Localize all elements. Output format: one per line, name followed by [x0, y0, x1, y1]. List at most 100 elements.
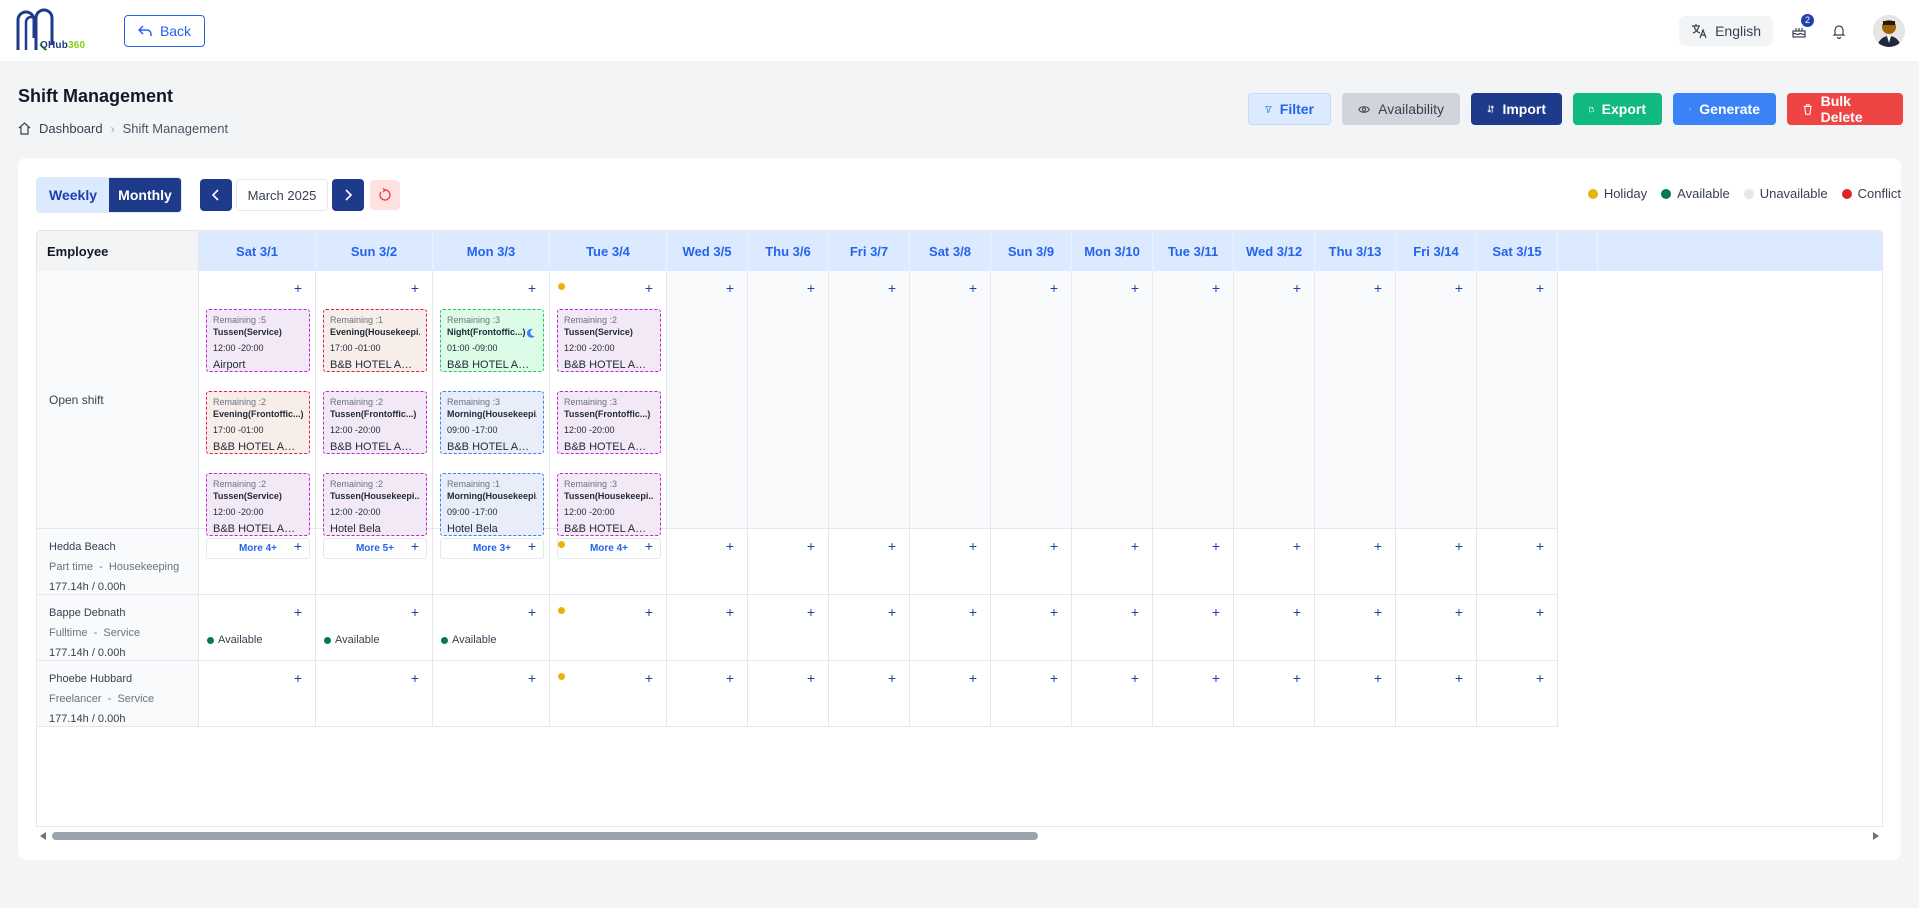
add-shift-plus-icon[interactable]: +	[966, 605, 980, 619]
add-shift-plus-icon[interactable]: +	[1371, 539, 1385, 553]
employee-day-cell[interactable]: + Available	[199, 595, 316, 661]
add-shift-plus-icon[interactable]: +	[291, 539, 305, 553]
employee-day-cell[interactable]: +	[199, 529, 316, 595]
employee-day-cell[interactable]: +	[1234, 661, 1315, 727]
bulk-delete-button[interactable]: Bulk Delete	[1787, 93, 1903, 125]
add-shift-plus-icon[interactable]: +	[408, 281, 422, 295]
open-shift-cell[interactable]: +	[1234, 271, 1315, 529]
shift-card[interactable]: Remaining :3 Tussen(Housekeepi...) 12:00 -…	[557, 473, 661, 536]
employee-day-cell[interactable]: + Available	[316, 595, 433, 661]
employee-day-cell[interactable]: +	[748, 595, 829, 661]
add-shift-plus-icon[interactable]: +	[966, 671, 980, 685]
add-shift-plus-icon[interactable]: +	[525, 605, 539, 619]
add-shift-plus-icon[interactable]: +	[1452, 605, 1466, 619]
employee-day-cell[interactable]: +	[1477, 595, 1558, 661]
add-shift-plus-icon[interactable]: +	[804, 605, 818, 619]
employee-day-cell[interactable]: +	[1477, 529, 1558, 595]
add-shift-plus-icon[interactable]: +	[966, 539, 980, 553]
shift-card[interactable]: Remaining :5 Tussen(Service) 12:00 -20:00 A…	[206, 309, 310, 372]
employee-day-cell[interactable]: +	[550, 529, 667, 595]
add-shift-plus-icon[interactable]: +	[1209, 671, 1223, 685]
employee-day-cell[interactable]: +	[829, 595, 910, 661]
add-shift-plus-icon[interactable]: +	[885, 605, 899, 619]
add-shift-plus-icon[interactable]: +	[291, 605, 305, 619]
shift-card[interactable]: Remaining :1 Evening(Housekeepi...) 17:00 …	[323, 309, 427, 372]
open-shift-cell[interactable]: + Remaining :5 Tussen(Service) 12:00 -20:00…	[199, 271, 316, 559]
employee-day-cell[interactable]: +	[991, 529, 1072, 595]
add-shift-plus-icon[interactable]: +	[723, 671, 737, 685]
add-shift-plus-icon[interactable]: +	[723, 539, 737, 553]
add-shift-plus-icon[interactable]: +	[723, 605, 737, 619]
add-shift-plus-icon[interactable]: +	[1452, 671, 1466, 685]
open-shift-cell[interactable]: +	[1153, 271, 1234, 529]
add-shift-plus-icon[interactable]: +	[1452, 539, 1466, 553]
open-shift-cell[interactable]: +	[910, 271, 991, 529]
add-shift-plus-icon[interactable]: +	[723, 281, 737, 295]
add-shift-plus-icon[interactable]: +	[1047, 671, 1061, 685]
shift-card[interactable]: Remaining :2 Tussen(Service) 12:00 -20:00 B…	[206, 473, 310, 536]
employee-day-cell[interactable]: +	[910, 661, 991, 727]
shift-card[interactable]: Remaining :2 Tussen(Service) 12:00 -20:00 B…	[557, 309, 661, 372]
add-shift-plus-icon[interactable]: +	[804, 671, 818, 685]
open-shift-cell[interactable]: + Remaining :1 Evening(Housekeepi...) 17:00…	[316, 271, 433, 559]
add-shift-plus-icon[interactable]: +	[885, 539, 899, 553]
user-avatar[interactable]	[1873, 14, 1905, 47]
add-shift-plus-icon[interactable]: +	[642, 281, 656, 295]
employee-day-cell[interactable]: +	[910, 529, 991, 595]
add-shift-plus-icon[interactable]: +	[1533, 605, 1547, 619]
employee-day-cell[interactable]: +	[550, 661, 667, 727]
generate-button[interactable]: Generate	[1673, 93, 1776, 125]
add-shift-plus-icon[interactable]: +	[525, 539, 539, 553]
month-display[interactable]: March 2025	[236, 179, 328, 211]
add-shift-plus-icon[interactable]: +	[642, 539, 656, 553]
employee-day-cell[interactable]: +	[433, 529, 550, 595]
employee-day-cell[interactable]: +	[1315, 529, 1396, 595]
add-shift-plus-icon[interactable]: +	[804, 539, 818, 553]
add-shift-plus-icon[interactable]: +	[1371, 605, 1385, 619]
shift-card[interactable]: Remaining :3 Morning(Housekeepi...) 09:00 …	[440, 391, 544, 454]
employee-name[interactable]: Bappe Debnath	[49, 607, 198, 619]
employee-day-cell[interactable]: +	[1315, 595, 1396, 661]
add-shift-plus-icon[interactable]: +	[885, 281, 899, 295]
add-shift-plus-icon[interactable]: +	[966, 281, 980, 295]
open-shift-cell[interactable]: +	[829, 271, 910, 529]
employee-day-cell[interactable]: +	[1477, 661, 1558, 727]
import-button[interactable]: Import	[1471, 93, 1562, 125]
open-shift-cell[interactable]: +	[1477, 271, 1558, 529]
employee-day-cell[interactable]: +	[1072, 529, 1153, 595]
horizontal-scrollbar[interactable]	[36, 830, 1883, 842]
employee-day-cell[interactable]: +	[1072, 661, 1153, 727]
add-shift-plus-icon[interactable]: +	[1290, 671, 1304, 685]
add-shift-plus-icon[interactable]: +	[1290, 605, 1304, 619]
employee-day-cell[interactable]: +	[829, 529, 910, 595]
employee-day-cell[interactable]: +	[748, 661, 829, 727]
add-shift-plus-icon[interactable]: +	[1533, 671, 1547, 685]
employee-day-cell[interactable]: +	[199, 661, 316, 727]
shift-card[interactable]: Remaining :3 Tussen(Frontoffic...) 12:00 -…	[557, 391, 661, 454]
add-shift-plus-icon[interactable]: +	[408, 539, 422, 553]
employee-day-cell[interactable]: +	[1153, 661, 1234, 727]
scrollbar-thumb[interactable]	[52, 832, 1038, 840]
add-shift-plus-icon[interactable]: +	[525, 671, 539, 685]
open-shift-cell[interactable]: +	[991, 271, 1072, 529]
employee-day-cell[interactable]: +	[667, 595, 748, 661]
employee-day-cell[interactable]: +	[667, 661, 748, 727]
add-shift-plus-icon[interactable]: +	[1047, 605, 1061, 619]
add-shift-plus-icon[interactable]: +	[1533, 539, 1547, 553]
employee-day-cell[interactable]: +	[1072, 595, 1153, 661]
scroll-right-icon[interactable]	[1873, 832, 1879, 840]
shift-card[interactable]: Remaining :2 Tussen(Frontoffic...) 12:00 -…	[323, 391, 427, 454]
availability-button[interactable]: Availability	[1342, 93, 1460, 125]
scroll-left-icon[interactable]	[40, 832, 46, 840]
employee-day-cell[interactable]: +	[748, 529, 829, 595]
employee-day-cell[interactable]: +	[667, 529, 748, 595]
employee-day-cell[interactable]: +	[829, 661, 910, 727]
shift-card[interactable]: Remaining :3 Night(Frontoffic...) 01:00 -0…	[440, 309, 544, 372]
add-shift-plus-icon[interactable]: +	[1371, 281, 1385, 295]
open-shift-cell[interactable]: +	[1396, 271, 1477, 529]
add-shift-plus-icon[interactable]: +	[1452, 281, 1466, 295]
open-shift-cell[interactable]: +	[1072, 271, 1153, 529]
employee-day-cell[interactable]: +	[1396, 661, 1477, 727]
add-shift-plus-icon[interactable]: +	[1128, 281, 1142, 295]
add-shift-plus-icon[interactable]: +	[885, 671, 899, 685]
